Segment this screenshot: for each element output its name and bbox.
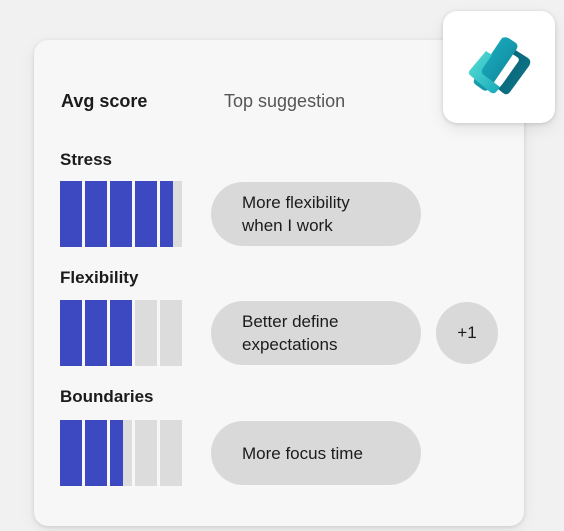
score-bar [60, 420, 82, 486]
stage: Avg score Top suggestion Stress More fle… [0, 0, 564, 531]
metric-label-boundaries: Boundaries [60, 387, 154, 406]
app-logo-tile [443, 11, 555, 123]
score-bar [135, 300, 157, 366]
score-bar [60, 181, 82, 247]
score-bar [160, 181, 182, 247]
score-bar [160, 300, 182, 366]
score-bars-stress [60, 181, 182, 247]
score-bar [85, 181, 107, 247]
score-bar [110, 181, 132, 247]
score-bar [135, 420, 157, 486]
score-bars-boundaries [60, 420, 182, 486]
score-bar [135, 181, 157, 247]
score-bar [110, 300, 132, 366]
score-bar [60, 300, 82, 366]
metric-label-flexibility: Flexibility [60, 268, 139, 287]
score-bar [85, 300, 107, 366]
score-bar [160, 420, 182, 486]
top-suggestion-header: Top suggestion [224, 91, 346, 111]
avg-score-header: Avg score [61, 91, 148, 111]
suggestion-pill-boundaries[interactable]: More focus time [211, 421, 421, 485]
suggestion-pill-stress[interactable]: More flexibility when I work [211, 182, 421, 246]
suggestion-pill-flexibility[interactable]: Better define expectations [211, 301, 421, 365]
score-bars-flexibility [60, 300, 182, 366]
score-bar [85, 420, 107, 486]
more-suggestions-badge[interactable]: +1 [436, 302, 498, 364]
score-bar [110, 420, 132, 486]
viva-insights-logo-icon [468, 37, 531, 95]
metric-label-stress: Stress [60, 150, 112, 169]
